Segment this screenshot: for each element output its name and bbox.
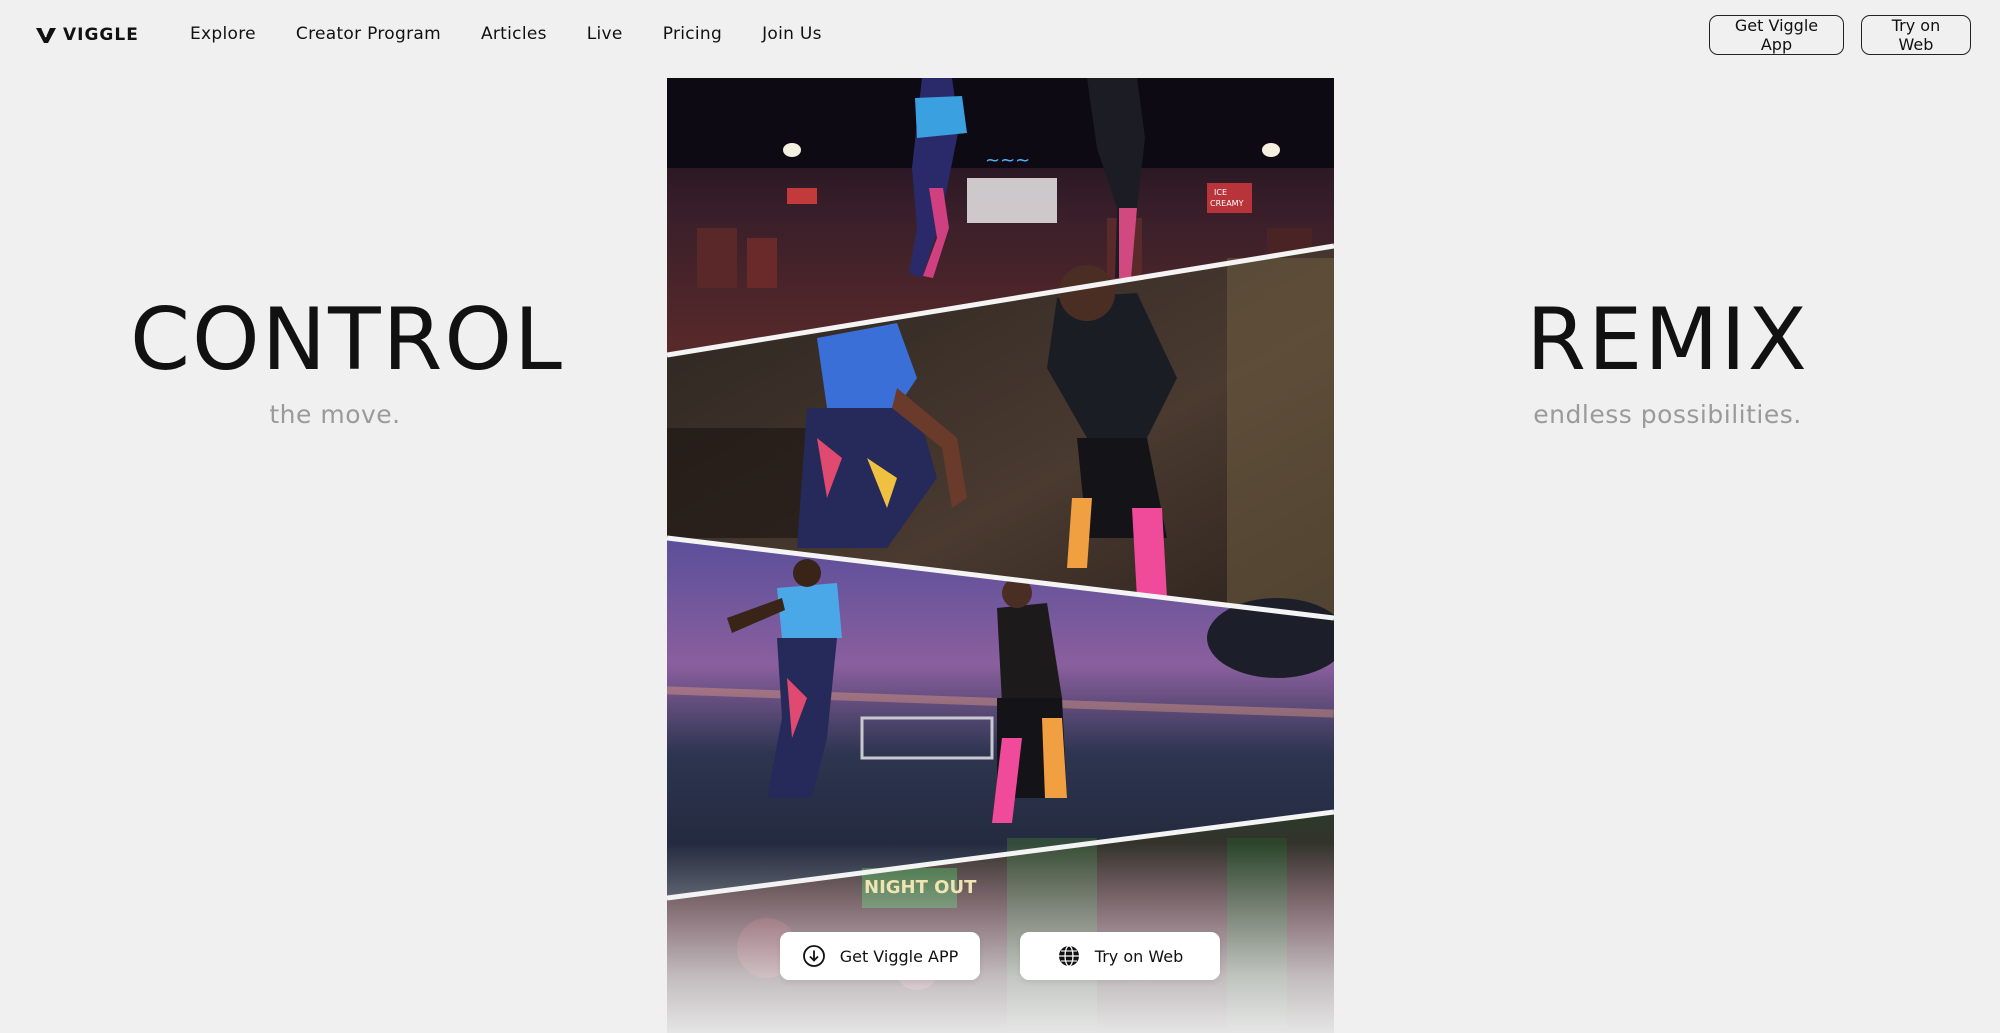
nav-link-creator-program[interactable]: Creator Program (296, 22, 441, 46)
try-on-web-cta-label: Try on Web (1094, 946, 1184, 966)
download-circle-icon (802, 945, 825, 967)
nav-link-articles[interactable]: Articles (481, 22, 547, 46)
logo-text: VIGGLE (63, 25, 139, 45)
get-viggle-app-button[interactable]: Get Viggle App (1709, 15, 1844, 55)
sign-night-out: NIGHT OUT (864, 877, 977, 898)
nav-link-live[interactable]: Live (587, 22, 623, 46)
hero-right: REMIX endless possibilities. (1460, 290, 1875, 429)
hero-left-subtitle: the move. (269, 400, 401, 429)
sign-ice: ICE (1214, 188, 1227, 197)
get-viggle-app-cta[interactable]: Get Viggle APP (780, 932, 980, 980)
hero-right-subtitle: endless possibilities. (1533, 400, 1802, 429)
get-viggle-app-cta-label: Get Viggle APP (839, 946, 959, 966)
nav-links: Explore Creator Program Articles Live Pr… (190, 22, 862, 46)
top-nav: VIGGLE Explore Creator Program Articles … (0, 0, 2000, 70)
nav-link-pricing[interactable]: Pricing (663, 22, 722, 46)
video-collage: ~~~ ICE CREAMY NIGHT OUT (667, 78, 1334, 1033)
hero-video[interactable]: ~~~ ICE CREAMY NIGHT OUT (667, 78, 1334, 1033)
hero-left: CONTROL the move. (130, 290, 564, 429)
try-on-web-cta[interactable]: Try on Web (1020, 932, 1220, 980)
globe-icon (1058, 945, 1079, 967)
nav-link-join-us[interactable]: Join Us (762, 22, 822, 46)
nav-link-explore[interactable]: Explore (190, 22, 256, 46)
sign-creamy: CREAMY (1210, 199, 1244, 208)
svg-text:~~~: ~~~ (985, 150, 1030, 171)
viggle-v-logo-icon (36, 27, 56, 43)
hero-right-title: REMIX (1526, 290, 1809, 390)
viggle-logo[interactable]: VIGGLE (35, 24, 139, 46)
hero-left-title: CONTROL (130, 290, 564, 390)
try-on-web-button[interactable]: Try on Web (1861, 15, 1971, 55)
